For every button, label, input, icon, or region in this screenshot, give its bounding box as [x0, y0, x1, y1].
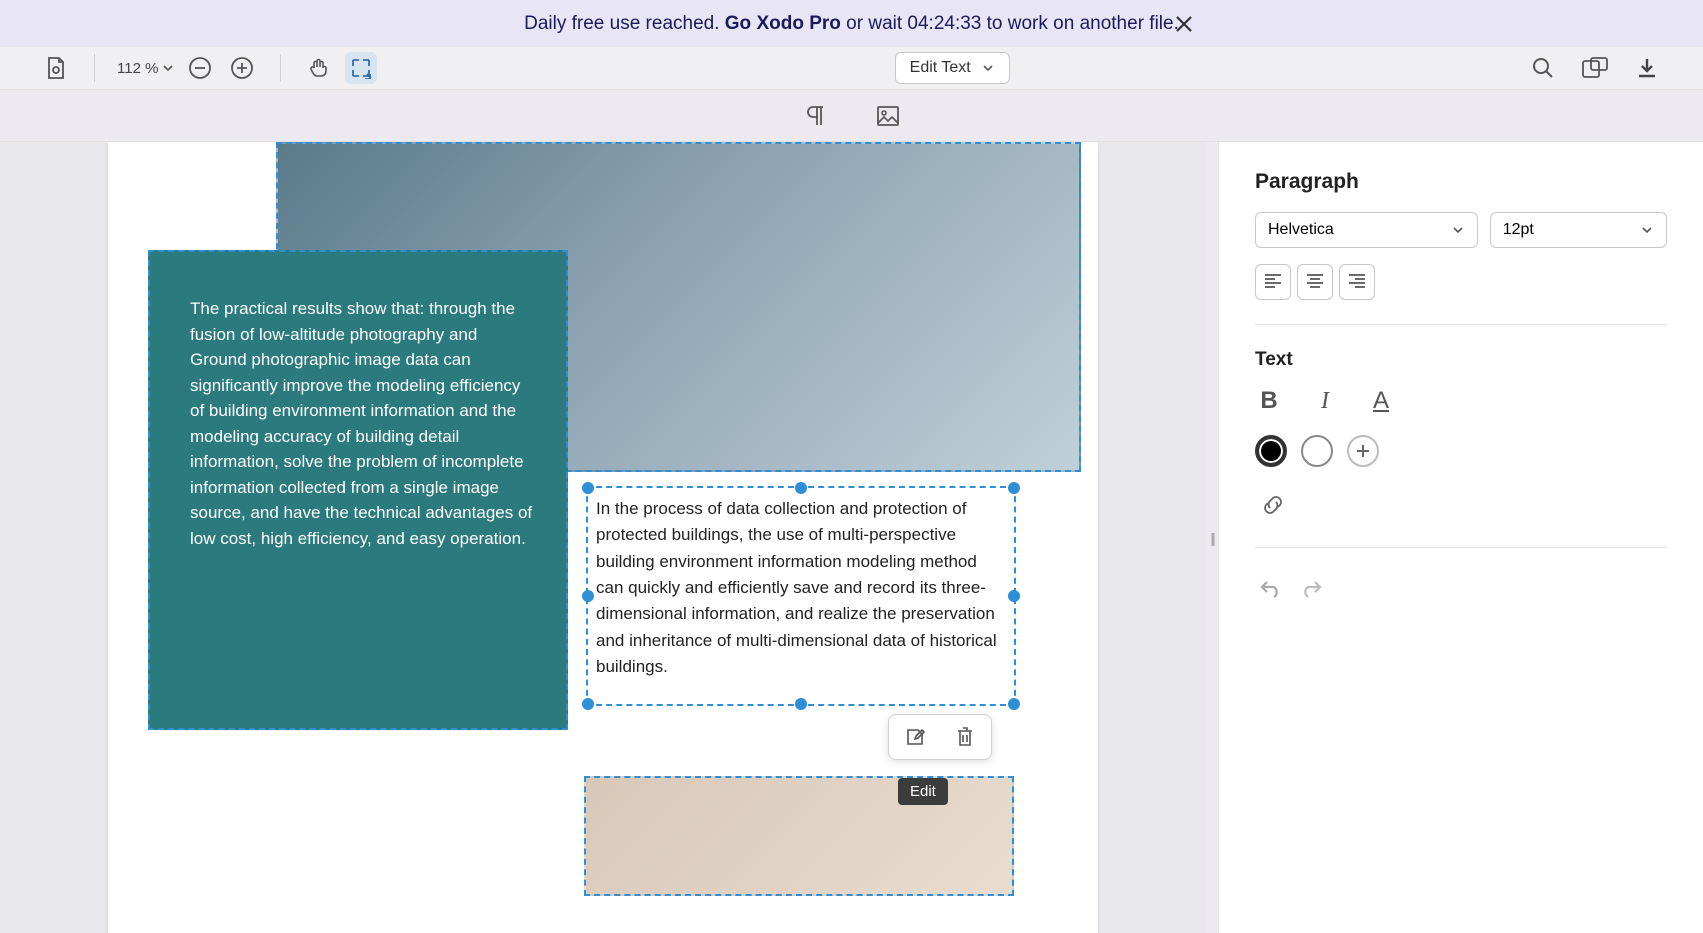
resize-handle[interactable]	[582, 482, 594, 494]
pan-tool-icon[interactable]	[303, 52, 335, 84]
grip-icon: ||	[1210, 530, 1213, 546]
resize-handle[interactable]	[1008, 482, 1020, 494]
search-icon[interactable]	[1527, 52, 1559, 84]
redo-button[interactable]	[1295, 572, 1327, 604]
toolbar-divider	[280, 54, 281, 82]
color-swatch-white[interactable]	[1301, 435, 1333, 467]
chevron-down-icon	[162, 62, 174, 74]
edit-mode-dropdown[interactable]: Edit Text	[895, 52, 1010, 84]
toolbar-divider	[94, 54, 95, 82]
panel-divider	[1255, 547, 1667, 548]
go-pro-link[interactable]: Go Xodo Pro	[725, 13, 841, 34]
italic-button[interactable]: I	[1311, 388, 1339, 415]
bold-button[interactable]: B	[1255, 387, 1283, 415]
close-banner-icon[interactable]	[1175, 15, 1193, 33]
panel-resize-handle[interactable]: ||	[1206, 142, 1218, 933]
paragraph-tool-icon[interactable]	[800, 100, 832, 132]
properties-panel: Paragraph Helvetica 12pt Text	[1218, 142, 1703, 933]
underline-button[interactable]: A	[1367, 387, 1395, 415]
edit-mode-label: Edit Text	[910, 59, 971, 77]
font-family-select[interactable]: Helvetica	[1255, 212, 1478, 248]
document-page: The practical results show that: through…	[108, 142, 1098, 933]
chevron-down-icon	[1640, 223, 1654, 237]
color-swatch-black[interactable]	[1255, 435, 1287, 467]
image-tool-icon[interactable]	[872, 100, 904, 132]
resize-handle[interactable]	[582, 590, 594, 602]
select-tool-icon[interactable]	[345, 52, 377, 84]
panels-icon[interactable]	[1579, 52, 1611, 84]
teal-text-block[interactable]: The practical results show that: through…	[148, 250, 568, 730]
delete-icon[interactable]	[953, 725, 977, 749]
zoom-out-button[interactable]	[184, 52, 216, 84]
font-family-value: Helvetica	[1268, 221, 1334, 239]
resize-handle[interactable]	[1008, 590, 1020, 602]
banner-suffix: or wait 04:24:33 to work on another file…	[846, 13, 1179, 34]
align-left-button[interactable]	[1255, 264, 1291, 300]
edit-type-bar	[0, 90, 1703, 142]
chevron-down-icon	[1451, 223, 1465, 237]
panel-divider	[1255, 324, 1667, 325]
download-icon[interactable]	[1631, 52, 1663, 84]
paragraph-heading: Paragraph	[1255, 170, 1667, 194]
text-heading: Text	[1255, 349, 1667, 371]
zoom-level-dropdown[interactable]: 112 %	[117, 60, 174, 77]
link-button[interactable]	[1255, 487, 1291, 523]
edit-tooltip: Edit	[898, 778, 948, 805]
add-color-button[interactable]	[1347, 435, 1379, 467]
zoom-value: 112 %	[117, 60, 158, 77]
banner-prefix: Daily free use reached.	[524, 13, 725, 34]
upgrade-banner: Daily free use reached. Go Xodo Pro or w…	[0, 0, 1703, 47]
font-size-select[interactable]: 12pt	[1490, 212, 1667, 248]
document-canvas[interactable]: The practical results show that: through…	[0, 142, 1206, 933]
selected-text-content: In the process of data collection and pr…	[596, 499, 997, 676]
align-right-button[interactable]	[1339, 264, 1375, 300]
main-toolbar: 112 % Edit Text	[0, 47, 1703, 90]
resize-handle[interactable]	[582, 698, 594, 710]
teal-text-content: The practical results show that: through…	[190, 299, 532, 548]
zoom-in-button[interactable]	[226, 52, 258, 84]
document-image-bottom[interactable]	[584, 776, 1014, 896]
page-thumbnails-icon[interactable]	[40, 52, 72, 84]
align-center-button[interactable]	[1297, 264, 1333, 300]
resize-handle[interactable]	[1008, 698, 1020, 710]
undo-button[interactable]	[1255, 572, 1287, 604]
resize-handle[interactable]	[795, 698, 807, 710]
chevron-down-icon	[981, 61, 995, 75]
edit-text-icon[interactable]	[903, 725, 927, 749]
font-size-value: 12pt	[1503, 221, 1534, 239]
resize-handle[interactable]	[795, 482, 807, 494]
selection-context-bar	[888, 714, 992, 760]
selected-text-block[interactable]: In the process of data collection and pr…	[586, 486, 1016, 706]
